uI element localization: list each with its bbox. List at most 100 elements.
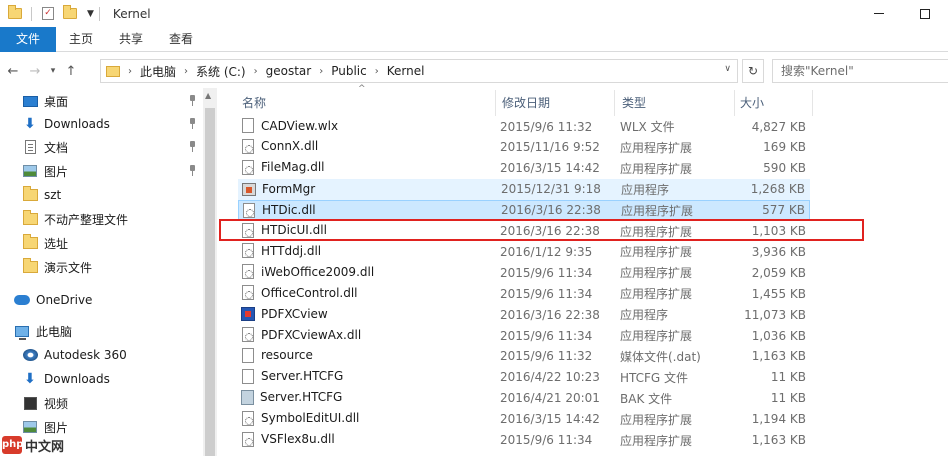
tab-view[interactable]: 查看 <box>156 27 206 52</box>
file-size: 1,163 KB <box>751 349 806 364</box>
file-row[interactable]: Server.HTCFG 2016/4/21 20:01 BAK 文件 11 KB <box>238 388 810 409</box>
file-icon <box>242 368 254 384</box>
breadcrumb-this-pc[interactable]: 此电脑 <box>140 63 176 80</box>
up-arrow-icon: ↑ <box>65 63 77 79</box>
file-name-text: iWebOffice2009.dll <box>261 264 375 279</box>
file-date: 2016/4/21 20:01 <box>500 391 600 406</box>
new-folder-icon[interactable] <box>63 5 77 19</box>
file-row[interactable]: resource 2015/9/6 11:32 媒体文件(.dat) 1,163 KB <box>238 346 810 367</box>
file-name-text: Server.HTCFG <box>260 390 343 405</box>
nav-item-documents[interactable]: 文档 <box>22 136 203 158</box>
file-row[interactable]: PDFXCview 2016/3/16 22:38 应用程序 11,073 KB <box>238 304 810 325</box>
nav-item-this-pc[interactable]: 此电脑 <box>14 320 203 342</box>
file-name: VSFlex8u.dll <box>241 430 335 449</box>
column-divider[interactable] <box>812 90 813 116</box>
nav-item-szt[interactable]: szt <box>22 184 203 206</box>
chevron-right-icon[interactable]: › <box>319 66 323 77</box>
file-row[interactable]: HTDic.dll 2016/3/16 22:38 应用程序扩展 577 KB <box>238 199 810 221</box>
file-row[interactable]: FormMgr 2015/12/31 9:18 应用程序 1,268 KB <box>238 178 810 200</box>
column-header-type[interactable]: 类型 <box>618 94 734 112</box>
file-name-text: OfficeControl.dll <box>261 285 358 300</box>
file-name: HTTddj.dll <box>241 241 321 260</box>
file-row[interactable]: VSFlex8u.dll 2015/9/6 11:34 应用程序扩展 1,163 KB <box>238 430 810 451</box>
address-history-dropdown[interactable]: ∨ <box>724 64 731 74</box>
breadcrumb-system-c[interactable]: 系统 (C:) <box>196 63 246 80</box>
folder-icon <box>22 258 38 273</box>
address-row: ← → ▾ ↑ › 此电脑 › 系统 (C:) › geostar › Publ… <box>0 56 948 86</box>
properties-icon[interactable]: ✓ <box>42 7 54 20</box>
nav-item-desktop[interactable]: 桌面 <box>22 90 203 112</box>
scrollbar-thumb[interactable] <box>205 108 215 456</box>
dll-file-icon <box>242 243 254 259</box>
file-name-text: ConnX.dll <box>261 139 319 154</box>
pin-icon[interactable] <box>188 118 197 129</box>
column-header-name[interactable]: 名称 <box>238 94 494 112</box>
tab-file[interactable]: 文件 <box>0 27 57 52</box>
scroll-up-arrow-icon[interactable]: ▲ <box>205 91 211 100</box>
file-row[interactable]: SymbolEditUI.dll 2016/3/15 14:42 应用程序扩展 1,1… <box>238 409 810 430</box>
up-button[interactable]: ↑ <box>60 60 82 82</box>
divider <box>31 6 32 21</box>
chevron-right-icon[interactable]: › <box>254 66 258 77</box>
file-name-text: CADView.wlx <box>261 118 339 133</box>
search-input[interactable] <box>781 64 941 78</box>
file-name: resource <box>241 346 313 365</box>
tab-share[interactable]: 共享 <box>106 27 156 52</box>
file-date: 2016/3/15 14:42 <box>500 161 600 176</box>
pin-icon[interactable] <box>188 141 197 152</box>
nav-item-videos[interactable]: 视频 <box>22 392 203 414</box>
nav-item-downloads-pc[interactable]: ⬇ Downloads <box>22 368 203 390</box>
pictures-icon <box>23 165 37 177</box>
file-row[interactable]: HTDicUI.dll 2016/3/16 22:38 应用程序扩展 1,103 KB <box>238 221 810 242</box>
chevron-right-icon[interactable]: › <box>184 66 188 77</box>
breadcrumb-kernel[interactable]: Kernel <box>387 64 425 78</box>
dll-file-icon <box>242 285 254 301</box>
file-size: 11,073 KB <box>744 307 806 322</box>
file-row[interactable]: ConnX.dll 2015/11/16 9:52 应用程序扩展 169 KB <box>238 137 810 158</box>
refresh-button[interactable]: ↻ <box>742 59 764 83</box>
nav-item-demo-files[interactable]: 演示文件 <box>22 256 203 278</box>
nav-scrollbar[interactable]: ▲ <box>203 88 217 456</box>
minimize-button[interactable] <box>856 0 902 27</box>
customize-toolbar-dropdown[interactable]: ▼ <box>87 9 94 19</box>
file-row[interactable]: HTTddj.dll 2016/1/12 9:35 应用程序扩展 3,936 KB <box>238 241 810 262</box>
search-box[interactable] <box>772 59 948 83</box>
nav-item-downloads[interactable]: ⬇ Downloads <box>22 113 203 135</box>
file-row[interactable]: CADView.wlx 2015/9/6 11:32 WLX 文件 4,827 KB <box>238 116 810 137</box>
chevron-right-icon[interactable]: › <box>375 66 379 77</box>
file-row[interactable]: iWebOffice2009.dll 2015/9/6 11:34 应用程序扩展 2,… <box>238 262 810 283</box>
file-date: 2015/9/6 11:34 <box>500 328 593 343</box>
maximize-button[interactable] <box>902 0 948 27</box>
nav-item-onedrive[interactable]: OneDrive <box>14 289 203 311</box>
column-divider[interactable] <box>495 90 496 116</box>
file-name: HTDic.dll <box>242 201 316 220</box>
dll-file-icon <box>243 202 255 218</box>
address-bar[interactable]: › 此电脑 › 系统 (C:) › geostar › Public › Ker… <box>100 59 738 83</box>
breadcrumb-geostar[interactable]: geostar <box>266 64 312 78</box>
backup-file-icon <box>241 389 254 405</box>
nav-item-label: 不动产整理文件 <box>44 212 129 227</box>
nav-item-pictures[interactable]: 图片 <box>22 160 203 182</box>
file-row[interactable]: FileMag.dll 2016/3/15 14:42 应用程序扩展 590 KB <box>238 158 810 179</box>
file-date: 2016/4/22 10:23 <box>500 370 600 385</box>
column-divider[interactable] <box>734 90 735 116</box>
column-header-date[interactable]: 修改日期 <box>498 94 614 112</box>
file-type: HTCFG 文件 <box>620 370 689 385</box>
file-date: 2015/9/6 11:34 <box>500 286 593 301</box>
forward-button[interactable]: → <box>24 60 46 82</box>
pin-icon[interactable] <box>188 165 197 176</box>
back-button[interactable]: ← <box>2 60 24 82</box>
nav-item-site-selection[interactable]: 选址 <box>22 232 203 254</box>
divider <box>98 6 100 21</box>
file-row[interactable]: OfficeControl.dll 2015/9/6 11:34 应用程序扩展 1,4… <box>238 283 810 304</box>
file-row[interactable]: PDFXCviewAx.dll 2015/9/6 11:34 应用程序扩展 1,036… <box>238 325 810 346</box>
breadcrumb-public[interactable]: Public <box>331 64 367 78</box>
nav-item-real-estate-files[interactable]: 不动产整理文件 <box>22 208 203 230</box>
pin-icon[interactable] <box>188 95 197 106</box>
column-header-size[interactable]: 大小 <box>736 94 812 112</box>
recent-locations-button[interactable]: ▾ <box>46 60 60 82</box>
file-row[interactable]: Server.HTCFG 2016/4/22 10:23 HTCFG 文件 11 KB <box>238 367 810 388</box>
column-divider[interactable] <box>614 90 615 116</box>
nav-item-autodesk-360[interactable]: Autodesk 360 <box>22 344 203 366</box>
tab-home[interactable]: 主页 <box>56 27 106 52</box>
